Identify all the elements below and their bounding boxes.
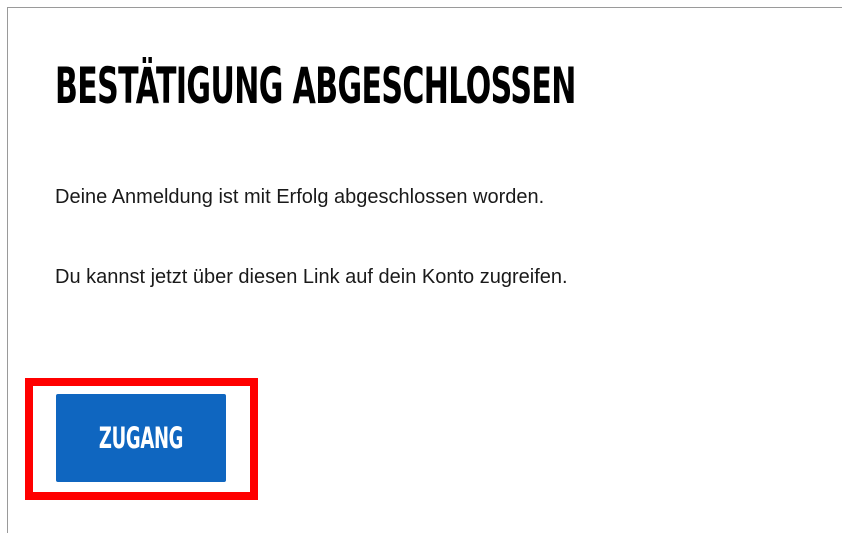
access-button-label: ZUGANG [98,421,184,455]
success-message: Deine Anmeldung ist mit Erfolg abgeschlo… [55,186,545,208]
access-button[interactable]: ZUGANG [56,394,226,482]
page-title: BESTÄTIGUNG ABGESCHLOSSEN [55,57,576,115]
account-access-message: Du kannst jetzt über diesen Link auf dei… [55,266,568,288]
